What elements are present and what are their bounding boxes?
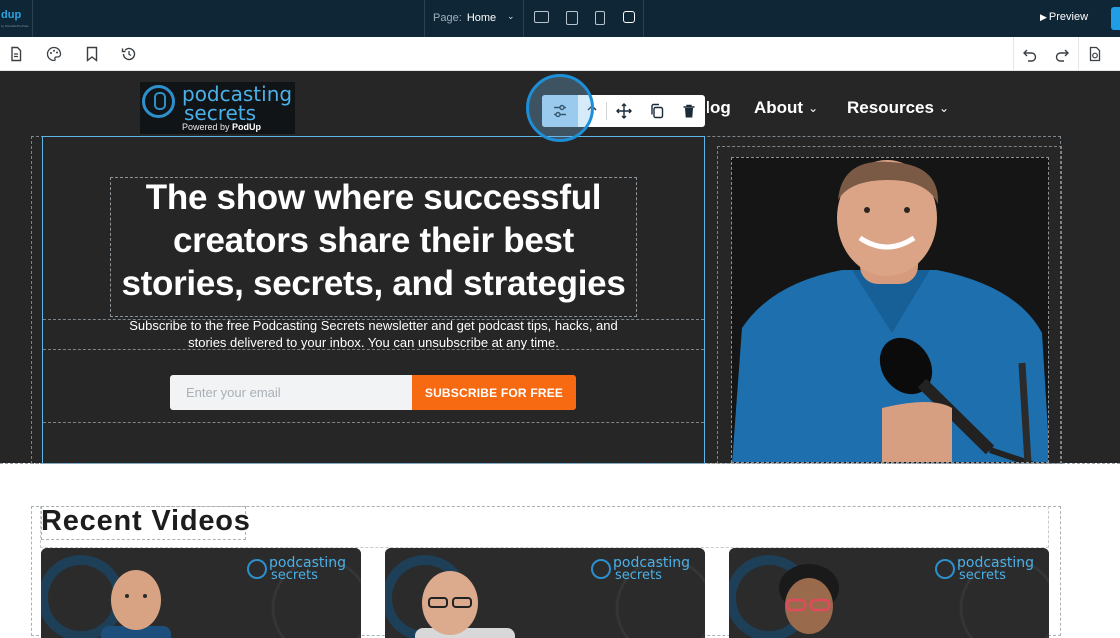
subscribe-button[interactable]: SUBSCRIBE FOR FREE <box>412 375 576 410</box>
podcast-mic-icon <box>247 559 267 579</box>
page-selector-value: Home <box>466 12 497 24</box>
host-photo[interactable] <box>731 157 1049 463</box>
card-logo-line2: secrets <box>271 568 318 583</box>
export-icon[interactable] <box>1087 46 1103 62</box>
nav-item-resources[interactable]: Resources ⌄ <box>847 98 949 118</box>
undo-icon[interactable] <box>1022 46 1038 62</box>
card-logo-line2: secrets <box>615 568 662 583</box>
chevron-down-icon: ⌄ <box>507 11 515 21</box>
section-divider <box>0 463 1120 464</box>
palette-icon[interactable] <box>46 46 62 62</box>
toolbar-divider <box>606 102 607 120</box>
hero-heading[interactable]: The show where successful creators share… <box>110 176 637 305</box>
editor-topbar: dup by ShowMeThePods Page: Home ⌄ ▶ Previ… <box>0 0 1120 37</box>
chevron-down-icon: ⌄ <box>808 101 819 115</box>
app-logo-text: dup <box>1 9 22 21</box>
play-icon: ▶ <box>1040 12 1047 22</box>
powered-by-brand: PodUp <box>232 122 262 132</box>
tablet-landscape-icon[interactable] <box>566 11 578 25</box>
mobile-icon[interactable] <box>623 11 635 23</box>
preview-button[interactable]: ▶ Preview <box>1040 11 1088 23</box>
nav-item-about[interactable]: About ⌄ <box>754 98 818 118</box>
arrow-up-icon[interactable] <box>584 103 600 119</box>
chevron-down-icon: ⌄ <box>938 101 949 115</box>
duplicate-icon[interactable] <box>649 103 665 119</box>
settings-sliders-icon[interactable] <box>552 103 568 119</box>
page-icon[interactable] <box>8 46 24 62</box>
toolbar-divider <box>1078 37 1079 71</box>
recent-videos-title[interactable]: Recent Videos <box>41 505 251 538</box>
row-divider <box>43 422 704 423</box>
podcast-mic-icon <box>935 559 955 579</box>
move-icon[interactable] <box>616 103 632 119</box>
email-input[interactable] <box>170 375 412 410</box>
app-logo-subtext: by ShowMeThePods <box>1 24 29 28</box>
redo-icon[interactable] <box>1054 46 1070 62</box>
podcast-mic-icon <box>591 559 611 579</box>
desktop-icon[interactable] <box>534 11 549 23</box>
bookmark-icon[interactable] <box>84 46 100 62</box>
page-selector[interactable]: Page: Home ⌄ <box>433 11 515 24</box>
element-toolbar <box>542 95 705 127</box>
card-logo: podcasting secrets <box>247 556 353 584</box>
nav-item-blog[interactable]: Blog <box>707 98 731 118</box>
toolbar-divider <box>643 0 644 37</box>
trash-icon[interactable] <box>681 103 697 119</box>
toolbar-divider <box>1013 37 1014 71</box>
powered-by-text: Powered by <box>182 122 230 132</box>
card-logo: podcasting secrets <box>935 556 1041 584</box>
preview-label: Preview <box>1048 11 1089 23</box>
site-logo-powered: Powered by PodUp <box>182 122 261 132</box>
tablet-portrait-icon[interactable] <box>595 11 605 25</box>
site-logo[interactable]: podcasting secrets Powered by PodUp <box>140 82 295 134</box>
nav-item-label: About <box>754 98 804 117</box>
toolbar-divider <box>424 0 425 37</box>
card-logo-line2: secrets <box>959 568 1006 583</box>
hero-subtext[interactable]: Subscribe to the free Podcasting Secrets… <box>120 317 627 351</box>
card-logo: podcasting secrets <box>591 556 697 584</box>
history-icon[interactable] <box>121 46 137 62</box>
host-photo-image <box>732 158 1048 462</box>
publish-button[interactable] <box>1111 7 1120 30</box>
podcast-mic-icon <box>142 85 175 118</box>
toolbar-divider <box>523 0 524 37</box>
app-logo[interactable]: dup by ShowMeThePods <box>0 0 33 37</box>
page-selector-label: Page: <box>433 12 462 24</box>
nav-item-label: Resources <box>847 98 934 117</box>
editor-subbar <box>0 37 1120 71</box>
